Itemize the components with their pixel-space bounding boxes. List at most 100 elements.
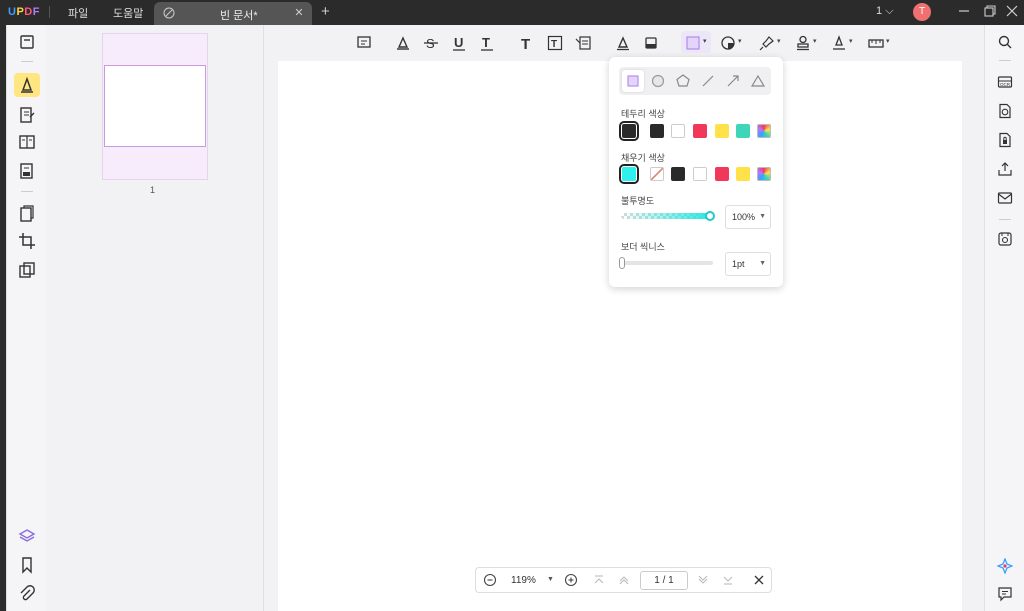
fill-swatch-black[interactable] [671, 167, 685, 181]
circle-icon [651, 74, 665, 88]
ocr-icon[interactable]: OCR [997, 74, 1013, 90]
eraser-icon[interactable] [643, 35, 659, 51]
sticker-icon[interactable] [720, 35, 736, 51]
highlight-icon[interactable] [395, 35, 411, 51]
fill-swatch-none[interactable] [650, 167, 664, 181]
first-page-icon[interactable] [592, 573, 606, 587]
page-selector[interactable]: 1 ⌵ [876, 5, 894, 18]
minimize-icon[interactable] [956, 3, 972, 19]
previous-page-icon[interactable] [617, 573, 631, 587]
edit-pdf-icon[interactable] [18, 106, 36, 124]
border-swatch-black[interactable] [650, 124, 664, 138]
arrow-icon [727, 75, 739, 87]
shape-triangle-button[interactable] [747, 70, 769, 92]
protect-icon[interactable] [997, 132, 1013, 148]
title-separator [49, 6, 50, 18]
zoom-level[interactable]: 119% [511, 575, 536, 586]
fill-swatch-red[interactable] [715, 167, 729, 181]
text-comment-icon[interactable]: T [519, 35, 535, 51]
fill-swatch-custom[interactable] [757, 167, 771, 181]
thumbnail-page-number: 1 [150, 185, 156, 195]
menu-file[interactable]: 파일 [68, 5, 88, 21]
sticky-note-icon[interactable] [356, 35, 372, 51]
shape-arrow-button[interactable] [722, 70, 744, 92]
close-window-icon[interactable] [1004, 3, 1020, 19]
page-thumbnail[interactable] [102, 33, 208, 180]
attachment-icon[interactable] [18, 585, 36, 603]
menu-help[interactable]: 도움말 [113, 5, 143, 21]
border-swatch-custom[interactable] [757, 124, 771, 138]
new-tab-icon[interactable]: + [321, 3, 330, 20]
bookmark-icon[interactable] [18, 556, 36, 574]
compare-icon[interactable] [18, 261, 36, 279]
user-avatar[interactable]: T [913, 3, 931, 21]
chevron-down-icon: ▼ [759, 260, 766, 267]
tab-close-icon[interactable]: ✕ [292, 6, 306, 19]
dropdown-caret-icon: ▾ [886, 38, 890, 45]
squiggly-icon[interactable]: T [479, 35, 495, 51]
dropdown-caret-icon: ▾ [703, 38, 707, 45]
convert-icon[interactable] [997, 103, 1013, 119]
pencil-icon[interactable] [615, 35, 631, 51]
last-page-icon[interactable] [721, 573, 735, 587]
triangle-icon [750, 74, 766, 87]
zoom-in-icon[interactable] [564, 573, 578, 587]
dropdown-caret-icon: ▾ [813, 38, 817, 45]
zoom-out-icon[interactable] [483, 573, 497, 587]
opacity-slider[interactable] [621, 213, 713, 219]
text-callout-icon[interactable] [575, 35, 591, 51]
opacity-label: 불투명도 [621, 196, 655, 206]
comment-toolbar: S U T T T ▾ ▾ ▾ ▾ ▾ ▾ [264, 25, 984, 59]
pin-icon[interactable] [759, 35, 775, 51]
svg-text:T: T [551, 39, 557, 50]
shape-rectangle-button[interactable] [622, 70, 644, 92]
zoom-dropdown-icon[interactable]: ▼ [547, 576, 554, 583]
reader-icon[interactable] [18, 33, 36, 51]
fill-swatch-white[interactable] [693, 167, 707, 181]
crop-icon[interactable] [18, 232, 36, 250]
border-swatch-yellow[interactable] [715, 124, 729, 138]
share-icon[interactable] [997, 161, 1013, 177]
border-thickness-knob[interactable] [619, 257, 625, 269]
border-thickness-dropdown[interactable]: 1pt ▼ [725, 252, 771, 276]
shape-line-button[interactable] [697, 70, 719, 92]
organize-pages-icon[interactable] [18, 205, 36, 223]
search-icon[interactable] [997, 34, 1013, 50]
strikethrough-icon[interactable]: S [423, 35, 439, 51]
border-swatch-black-selected[interactable] [619, 121, 639, 141]
border-swatch-teal[interactable] [736, 124, 750, 138]
fill-swatch-cyan-selected[interactable] [619, 164, 639, 184]
border-swatch-white[interactable] [671, 124, 685, 138]
restore-icon[interactable] [982, 3, 998, 19]
stamp-icon[interactable] [795, 35, 811, 51]
signature-icon[interactable] [831, 35, 847, 51]
opacity-slider-knob[interactable] [705, 211, 715, 221]
shape-circle-button[interactable] [647, 70, 669, 92]
border-thickness-value: 1pt [732, 259, 745, 269]
save-icon[interactable] [997, 231, 1013, 247]
page-view-icon[interactable] [18, 133, 36, 151]
opacity-dropdown[interactable]: 100% ▼ [725, 205, 771, 229]
text-box-icon[interactable]: T [547, 35, 563, 51]
border-thickness-slider[interactable] [621, 261, 713, 265]
form-icon[interactable] [18, 162, 36, 180]
border-swatch-red[interactable] [693, 124, 707, 138]
rail-separator [21, 61, 33, 62]
close-navbar-icon[interactable] [752, 573, 766, 587]
email-icon[interactable] [997, 190, 1013, 206]
rectangle-shape-icon [686, 36, 700, 50]
document-tab[interactable]: 빈 문서* ✕ [154, 2, 312, 25]
next-page-icon[interactable] [696, 573, 710, 587]
underline-icon[interactable]: U [451, 35, 467, 51]
ai-assistant-icon[interactable] [997, 558, 1013, 574]
layers-icon[interactable] [18, 527, 36, 545]
comments-list-icon[interactable] [997, 586, 1013, 602]
edit-document-icon [163, 7, 175, 19]
rectangle-icon [627, 75, 639, 87]
page-number-input[interactable]: 1 / 1 [640, 571, 688, 590]
measure-icon[interactable] [868, 35, 884, 51]
fill-swatch-yellow[interactable] [736, 167, 750, 181]
shape-pentagon-button[interactable] [672, 70, 694, 92]
opacity-value: 100% [732, 212, 756, 222]
fill-color-label: 채우기 색상 [621, 153, 665, 163]
